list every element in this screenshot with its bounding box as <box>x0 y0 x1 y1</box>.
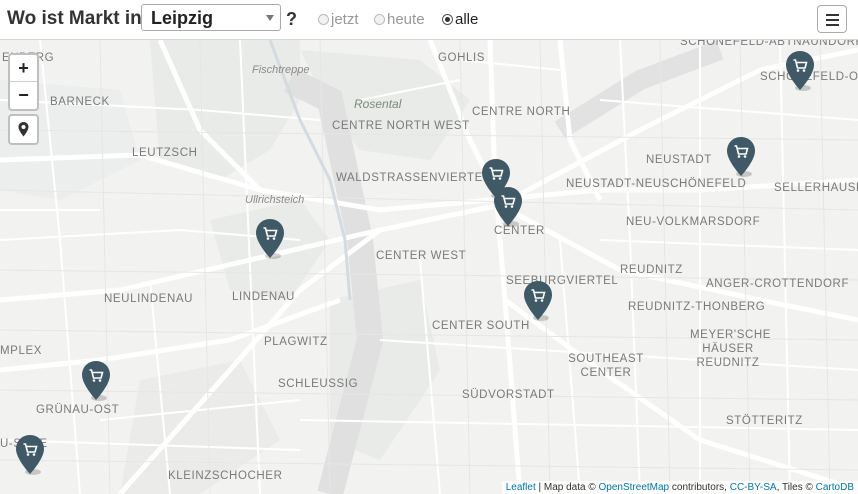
radio-icon <box>374 14 385 25</box>
zoom-control: + − <box>8 53 39 111</box>
shopping-cart-icon <box>16 435 44 475</box>
district-label: CENTER SOUTH <box>432 320 530 332</box>
city-select[interactable]: Leipzig <box>141 4 281 31</box>
filter-jetzt-radio[interactable]: jetzt <box>318 11 359 28</box>
chevron-down-icon <box>266 15 274 21</box>
district-label: LINDENAU <box>232 291 295 303</box>
district-label: NEUSTADT <box>646 154 712 166</box>
help-link[interactable]: ? <box>286 9 297 30</box>
district-label: CENTRE NORTH WEST <box>332 120 470 132</box>
district-label: SCHÖNEFELD-ABTNAUNDORF <box>680 40 858 48</box>
district-label: REUDNITZ <box>620 264 683 276</box>
shopping-cart-icon <box>727 137 755 177</box>
radio-icon <box>318 14 329 25</box>
district-label: WALDSTRASSENVIERTEL <box>336 172 490 184</box>
place-label: Rosental <box>354 97 402 111</box>
zoom-out-button[interactable]: − <box>10 82 37 108</box>
district-label: KLEINZSCHOCHER <box>168 470 283 482</box>
zoom-in-button[interactable]: + <box>10 55 37 82</box>
filter-alle-radio[interactable]: alle <box>442 11 478 28</box>
map-pin-icon <box>18 122 29 137</box>
attribution-text: contributors, <box>669 482 730 493</box>
shopping-cart-icon <box>786 51 814 91</box>
district-label: CENTER WEST <box>376 250 467 262</box>
district-label: REUDNITZ-THONBERG <box>628 301 766 313</box>
district-label: NEULINDENAU <box>104 293 194 305</box>
district-label: SELLERHAUSE <box>774 182 858 194</box>
district-label: SCHLEUSSIG <box>278 378 359 390</box>
district-label: GOHLIS <box>438 52 486 64</box>
map-attribution: Leaflet | Map data © OpenStreetMap contr… <box>501 481 858 494</box>
district-label: NEU-VOLKMARSDORF <box>626 216 761 228</box>
district-label: STÖTTERITZ <box>726 415 803 427</box>
market-marker[interactable] <box>785 50 815 92</box>
market-marker[interactable] <box>81 360 111 402</box>
district-label: NEUSTADT-NEUSCHÖNEFELD <box>566 178 747 190</box>
carto-link[interactable]: CartoDB <box>816 482 854 493</box>
license-link[interactable]: CC-BY-SA <box>730 482 777 493</box>
city-select-value: Leipzig <box>151 8 213 28</box>
district-label: CENTRE NORTH <box>472 106 571 118</box>
district-label: MEYER'SCHE HÄUSER REUDNITZ <box>690 329 772 369</box>
attribution-text: | Map data © <box>535 482 599 493</box>
district-label: PLAGWITZ <box>264 336 328 348</box>
map-view[interactable]: ENBERG GOHLIS BARNECK CENTRE NORTH CENTR… <box>0 40 858 494</box>
osm-link[interactable]: OpenStreetMap <box>599 482 670 493</box>
market-marker[interactable] <box>523 280 553 322</box>
market-marker[interactable] <box>255 218 285 260</box>
district-label: SÜDVORSTADT <box>462 389 555 401</box>
market-marker[interactable] <box>726 136 756 178</box>
market-marker[interactable] <box>15 434 45 476</box>
district-label: GRÜNAU-OST <box>36 404 120 416</box>
district-label: LEUTZSCH <box>132 147 198 159</box>
menu-button[interactable] <box>817 5 847 33</box>
attribution-text: , Tiles © <box>776 482 816 493</box>
district-label: ANGER-CROTTENDORF <box>706 278 850 290</box>
place-label: Ullrichsteich <box>245 194 305 206</box>
shopping-cart-icon <box>524 281 552 321</box>
shopping-cart-icon <box>82 361 110 401</box>
district-label: SOUTHEAST CENTER <box>568 353 644 379</box>
filter-label: alle <box>455 11 479 28</box>
shopping-cart-icon <box>256 219 284 259</box>
radio-selected-icon <box>442 14 453 25</box>
shopping-cart-icon <box>494 187 522 227</box>
page-title: Wo ist Markt in <box>7 8 142 29</box>
filter-label: heute <box>387 11 425 28</box>
place-label: Fischtreppe <box>252 64 310 76</box>
locate-button[interactable] <box>8 114 39 145</box>
district-label: MPLEX <box>0 345 42 357</box>
top-bar: Wo ist Markt in Leipzig ? jetzt heute al… <box>0 0 858 40</box>
filter-heute-radio[interactable]: heute <box>374 11 425 28</box>
market-marker[interactable] <box>493 186 523 228</box>
filter-label: jetzt <box>331 11 359 28</box>
district-label: BARNECK <box>50 96 110 108</box>
leaflet-link[interactable]: Leaflet <box>506 482 536 493</box>
